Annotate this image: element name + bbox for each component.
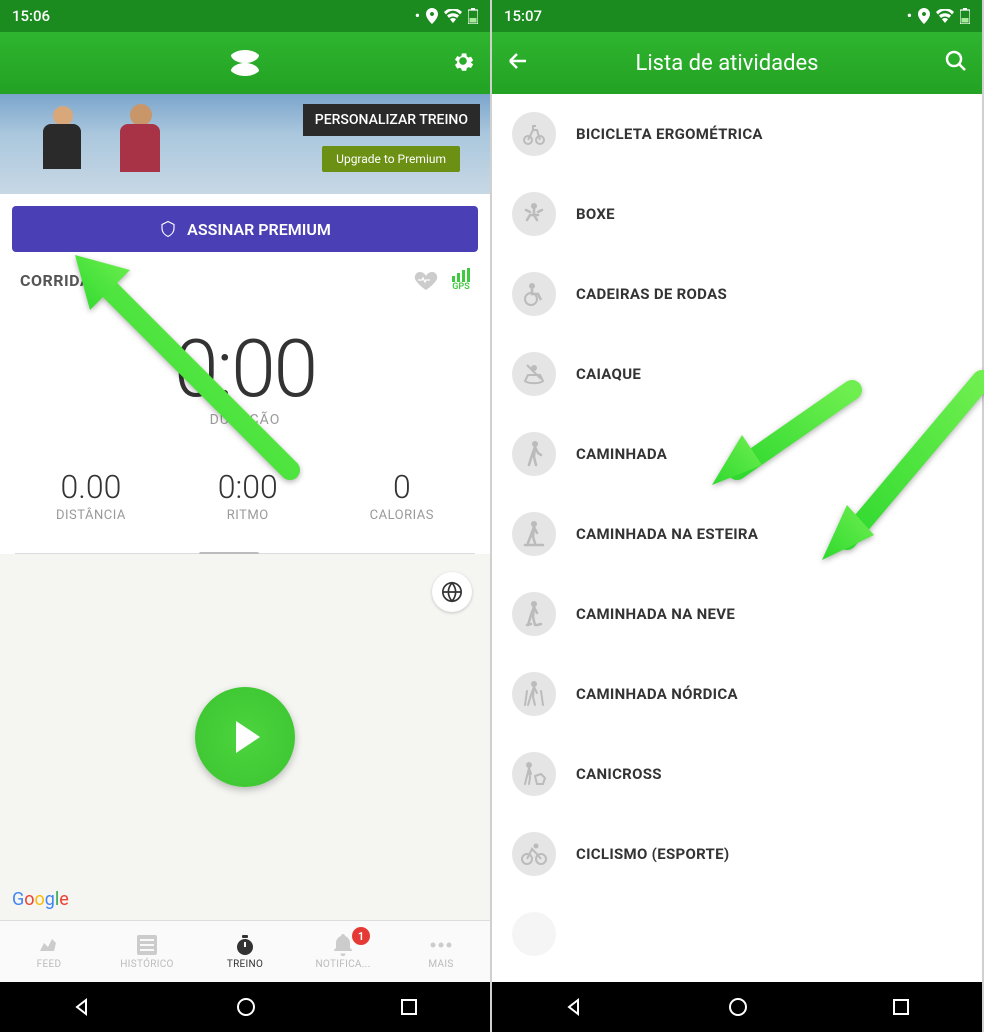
- list-item[interactable]: [492, 894, 982, 974]
- tab-notifications[interactable]: NOTIFICA... 1: [294, 921, 392, 982]
- brand-logo-icon: [223, 50, 267, 76]
- history-icon: [137, 935, 157, 955]
- location-icon: [426, 8, 438, 24]
- location-icon: [918, 8, 930, 24]
- stats-row: 0.00 DISTÂNCIA 0:00 RITMO 0 CALORIAS: [0, 438, 490, 543]
- activity-icon: [512, 912, 556, 956]
- exercise-bike-icon: [512, 112, 556, 156]
- app-header: [0, 32, 490, 94]
- banner-image: [0, 94, 230, 194]
- battery-icon: [468, 8, 478, 24]
- bottom-navigation: FEED HISTÓRICO TREINO NOTIFICA... 1 MAIS: [0, 920, 490, 982]
- play-icon: [236, 721, 260, 753]
- list-item[interactable]: CAMINHADA: [492, 414, 982, 494]
- list-item[interactable]: CANICROSS: [492, 734, 982, 814]
- heart-rate-icon[interactable]: [414, 270, 438, 290]
- search-button[interactable]: [944, 49, 968, 77]
- walk-icon: [512, 432, 556, 476]
- list-item[interactable]: CAMINHADA NA NEVE: [492, 574, 982, 654]
- activity-selector-row: CORRIDA GPS: [0, 264, 490, 292]
- page-title: Lista de atividades: [635, 51, 818, 76]
- banner-upgrade-button[interactable]: Upgrade to Premium: [322, 146, 460, 172]
- premium-badge-icon: [159, 220, 177, 238]
- nav-back-button[interactable]: [564, 997, 584, 1017]
- stat-distance: 0.00 DISTÂNCIA: [56, 468, 126, 523]
- banner-callout: PERSONALIZAR TREINO: [303, 104, 480, 136]
- gps-indicator[interactable]: GPS: [452, 268, 470, 292]
- more-dot-icon: •: [907, 7, 912, 25]
- timer-display: 0:00 DURAÇÃO: [0, 292, 490, 438]
- nav-home-button[interactable]: [728, 997, 748, 1017]
- activity-type-button[interactable]: CORRIDA: [20, 271, 91, 290]
- snow-walk-icon: [512, 592, 556, 636]
- list-item[interactable]: CICLISMO (ESPORTE): [492, 814, 982, 894]
- wifi-icon: [444, 9, 462, 23]
- tab-feed[interactable]: FEED: [0, 921, 98, 982]
- android-nav-bar: [0, 982, 490, 1032]
- status-bar: 15:07 •: [492, 0, 982, 32]
- cycling-icon: [512, 832, 556, 876]
- nav-recent-button[interactable]: [892, 998, 910, 1016]
- gps-label: GPS: [452, 282, 469, 292]
- notification-badge: 1: [352, 927, 370, 945]
- nav-back-button[interactable]: [72, 997, 92, 1017]
- tab-history[interactable]: HISTÓRICO: [98, 921, 196, 982]
- phone-left: 15:06 • PERSONALIZAR TREINO Upgrade to P…: [0, 0, 490, 1032]
- kayak-icon: [512, 352, 556, 396]
- list-item[interactable]: CAMINHADA NÓRDICA: [492, 654, 982, 734]
- status-time: 15:07: [504, 7, 542, 25]
- list-item[interactable]: CADEIRAS DE RODAS: [492, 254, 982, 334]
- phone-right: 15:07 • Lista de atividades BICICLETA ER…: [492, 0, 982, 1032]
- status-icons: •: [907, 7, 970, 25]
- status-icons: •: [415, 7, 478, 25]
- timer-label: DURAÇÃO: [0, 412, 490, 428]
- list-item[interactable]: CAMINHADA NA ESTEIRA: [492, 494, 982, 574]
- status-bar: 15:06 •: [0, 0, 490, 32]
- app-header: Lista de atividades: [492, 32, 982, 94]
- map-layer-button[interactable]: [432, 572, 472, 612]
- list-item[interactable]: BOXE: [492, 174, 982, 254]
- wheelchair-icon: [512, 272, 556, 316]
- start-workout-button[interactable]: [195, 687, 295, 787]
- promo-banner[interactable]: PERSONALIZAR TREINO Upgrade to Premium: [0, 94, 490, 194]
- boxing-icon: [512, 192, 556, 236]
- treadmill-walk-icon: [512, 512, 556, 556]
- stat-pace: 0:00 RITMO: [218, 468, 278, 523]
- nav-home-button[interactable]: [236, 997, 256, 1017]
- list-item[interactable]: CAIAQUE: [492, 334, 982, 414]
- tab-more[interactable]: MAIS: [392, 921, 490, 982]
- battery-icon: [960, 8, 970, 24]
- feed-icon: [36, 935, 62, 955]
- premium-label: ASSINAR PREMIUM: [187, 220, 331, 239]
- nav-recent-button[interactable]: [400, 998, 418, 1016]
- list-item[interactable]: BICICLETA ERGOMÉTRICA: [492, 94, 982, 174]
- wifi-icon: [936, 9, 954, 23]
- subscribe-premium-button[interactable]: ASSINAR PREMIUM: [12, 206, 478, 252]
- back-button[interactable]: [506, 49, 530, 77]
- stopwatch-icon: [234, 934, 256, 956]
- timer-value: 0:00: [0, 322, 490, 416]
- globe-icon: [441, 581, 463, 603]
- canicross-icon: [512, 752, 556, 796]
- more-icon: [429, 941, 453, 949]
- arrow-left-icon: [506, 49, 530, 73]
- status-time: 15:06: [12, 7, 50, 25]
- map-area[interactable]: Google: [0, 554, 490, 920]
- tab-workout[interactable]: TREINO: [196, 921, 294, 982]
- bell-icon: [333, 934, 353, 956]
- settings-button[interactable]: [450, 48, 476, 78]
- more-dot-icon: •: [415, 7, 420, 25]
- map-attribution: Google: [12, 889, 69, 910]
- nordic-walk-icon: [512, 672, 556, 716]
- gear-icon: [450, 48, 476, 74]
- android-nav-bar: [492, 982, 982, 1032]
- stat-calories: 0 CALORIAS: [370, 468, 434, 523]
- activity-list[interactable]: BICICLETA ERGOMÉTRICA BOXE CADEIRAS DE R…: [492, 94, 982, 982]
- search-icon: [944, 49, 968, 73]
